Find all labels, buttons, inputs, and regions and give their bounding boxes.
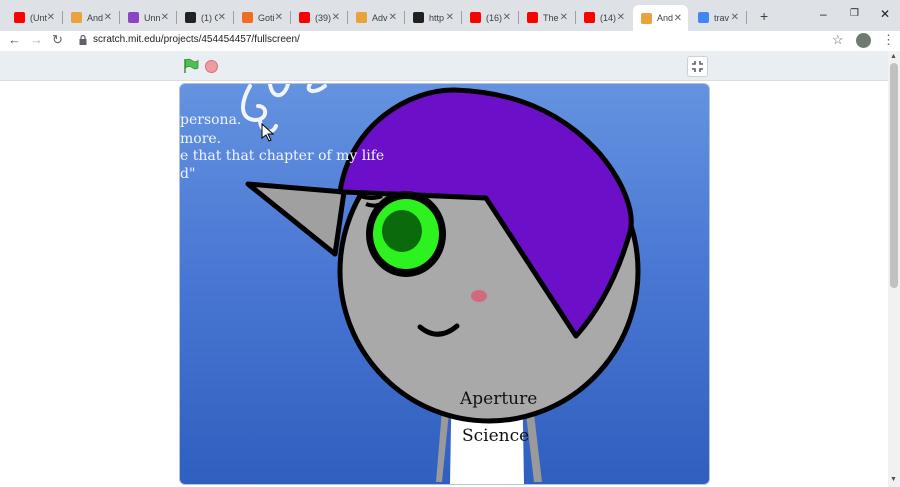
browser-tab[interactable]: Adv ✕ [348, 6, 403, 29]
tab-close-icon[interactable]: ✕ [731, 12, 739, 23]
tab-title: Goti [258, 12, 275, 23]
tab-close-icon[interactable]: ✕ [503, 12, 511, 23]
tab-close-icon[interactable]: ✕ [446, 12, 454, 23]
youtube-icon [14, 12, 25, 23]
stop-button[interactable] [205, 60, 218, 73]
tab-title: (16) [486, 12, 503, 23]
tab-close-icon[interactable]: ✕ [104, 12, 112, 23]
back-icon[interactable]: ← [8, 31, 21, 49]
tab-close-icon[interactable]: ✕ [560, 12, 568, 23]
scratch-controls-bar [0, 51, 888, 81]
project-stage[interactable]: persona. more. e that that chapter of my… [179, 83, 710, 485]
lock-icon [79, 35, 87, 45]
tab-close-icon[interactable]: ✕ [275, 12, 283, 23]
address-bar[interactable]: scratch.mit.edu/projects/454454457/fulls… [93, 34, 300, 45]
google-icon [698, 12, 709, 23]
browser-tab[interactable]: And ✕ [633, 5, 688, 31]
minimize-icon[interactable]: – [820, 7, 827, 21]
tab-title: Unn [144, 12, 161, 23]
tab-close-icon[interactable]: ✕ [617, 12, 625, 23]
tab-title: The [543, 12, 559, 23]
stage-text-line-1: persona. [180, 112, 242, 128]
tab-close-icon[interactable]: ✕ [332, 12, 340, 23]
green-flag-icon[interactable] [183, 58, 199, 74]
close-window-icon[interactable]: ✕ [880, 7, 890, 21]
cloud-icon [242, 12, 253, 23]
tab-strip: (Unt✕And✕Unn✕(1) C✕Goti✕(39)✕Adv✕http✕(1… [0, 0, 900, 31]
page-icon [356, 12, 367, 23]
bookmark-star-icon[interactable]: ☆ [832, 32, 844, 48]
youtube-icon [584, 12, 595, 23]
menu-kebab-icon[interactable]: ⋮ [882, 32, 895, 48]
browser-tab[interactable]: (39) ✕ [291, 6, 346, 29]
tab-title: And [657, 13, 674, 23]
tab-title: (1) C [201, 12, 218, 23]
stage-drawing [241, 84, 641, 484]
cap-brim [245, 181, 347, 257]
scroll-up-icon[interactable]: ▲ [890, 53, 897, 60]
mouse-cursor-icon [261, 122, 275, 142]
browser-tab[interactable]: Goti ✕ [234, 6, 289, 29]
browser-toolbar: ← → ↻ scratch.mit.edu/projects/454454457… [0, 31, 900, 51]
stage-text-line-2: more. [180, 131, 222, 147]
tab-separator [746, 11, 747, 24]
new-tab-button[interactable]: + [760, 8, 768, 24]
browser-tab[interactable]: trav ✕ [690, 6, 745, 29]
forward-icon[interactable]: → [30, 31, 43, 49]
alt-icon [185, 12, 196, 23]
browser-tab[interactable]: (16) ✕ [462, 6, 517, 29]
browser-tab[interactable]: Unn ✕ [120, 6, 175, 29]
restore-icon[interactable]: ❐ [850, 8, 859, 19]
browser-tab[interactable]: (14) ✕ [576, 6, 631, 29]
browser-tab[interactable]: (1) C✕ [177, 6, 232, 29]
page-icon [71, 12, 82, 23]
stage-text-line-3: e that that chapter of my life [180, 148, 385, 164]
tab-title: (14) [600, 12, 617, 23]
scrollbar-thumb[interactable] [890, 63, 898, 288]
title-swirl-art [241, 84, 327, 134]
browser-tab[interactable]: The ✕ [519, 6, 574, 29]
browser-tab[interactable]: And ✕ [63, 6, 118, 29]
youtube-icon [527, 12, 538, 23]
shirt-text-line-1: Aperture [460, 389, 538, 409]
reload-icon[interactable]: ↻ [52, 31, 63, 49]
tab-close-icon[interactable]: ✕ [47, 12, 55, 23]
tab-title: (Unt [30, 12, 47, 23]
youtube-icon [299, 12, 310, 23]
shirt-text-line-2: Science [462, 426, 530, 446]
exit-fullscreen-button[interactable] [687, 56, 708, 77]
tab-title: http [429, 12, 445, 23]
browser-tab[interactable]: http ✕ [405, 6, 460, 29]
tab-close-icon[interactable]: ✕ [161, 12, 169, 23]
tab-close-icon[interactable]: ✕ [218, 12, 226, 23]
exit-fullscreen-icon [692, 61, 703, 72]
blush [471, 290, 487, 302]
tab-title: (39) [315, 12, 332, 23]
browser-tab[interactable]: (Unt ✕ [6, 6, 61, 29]
youtube-icon [470, 12, 481, 23]
tab-title: And [87, 12, 104, 23]
tab-title: trav [714, 12, 730, 23]
tab-title: Adv [372, 12, 388, 23]
film-icon [413, 12, 424, 23]
tab-close-icon[interactable]: ✕ [674, 13, 682, 24]
twitch-icon [128, 12, 139, 23]
tab-close-icon[interactable]: ✕ [389, 12, 397, 23]
page-icon [641, 12, 652, 24]
browser-window: (Unt✕And✕Unn✕(1) C✕Goti✕(39)✕Adv✕http✕(1… [0, 0, 900, 487]
profile-avatar[interactable] [856, 33, 871, 48]
stage-text-line-4: d" [180, 166, 196, 182]
scroll-down-icon[interactable]: ▼ [890, 476, 897, 483]
